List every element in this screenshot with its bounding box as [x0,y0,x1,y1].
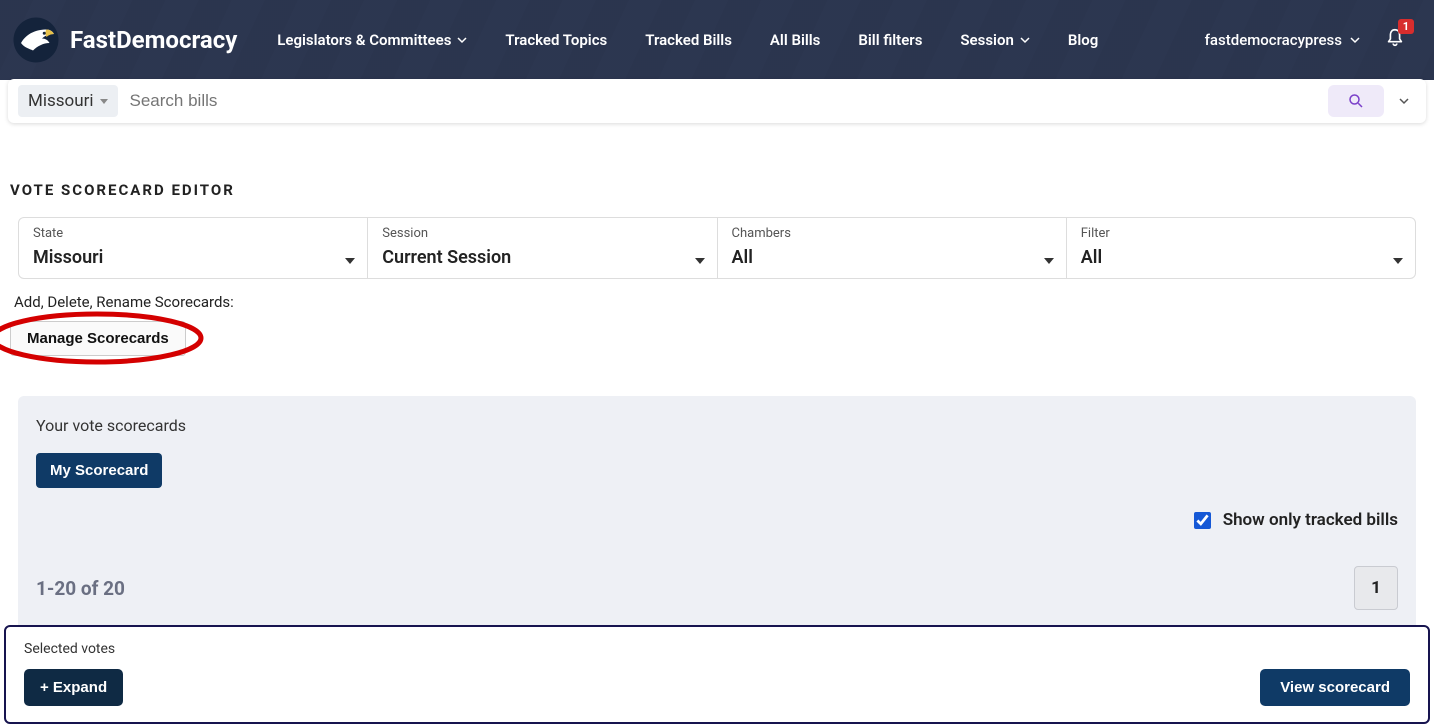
header-right: fastdemocracypress 1 [1205,27,1406,53]
nav-tracked-bills[interactable]: Tracked Bills [645,31,732,49]
caret-down-icon [695,258,705,264]
selected-votes-title: Selected votes [24,641,1410,657]
page-title: VOTE SCORECARD EDITOR [10,181,1424,199]
notifications-button[interactable]: 1 [1384,27,1406,53]
nav-label: Tracked Bills [645,31,732,49]
search-button[interactable] [1328,85,1384,117]
filter-filter[interactable]: Filter All [1067,218,1415,278]
brand[interactable]: FastDemocracy [12,16,237,64]
view-scorecard-button[interactable]: View scorecard [1260,669,1410,706]
nav-label: All Bills [770,31,820,49]
show-only-label: Show only tracked bills [1223,510,1398,530]
chevron-down-icon [1350,35,1360,45]
filter-chambers-label: Chambers [732,226,1052,241]
eagle-logo-icon [12,16,60,64]
caret-down-icon [1044,258,1054,264]
nav-label: Session [960,31,1013,49]
page-number[interactable]: 1 [1354,566,1398,610]
nav-label: Blog [1068,31,1098,49]
user-name: fastdemocracypress [1205,31,1342,49]
nav-legislators[interactable]: Legislators & Committees [277,31,467,49]
search-more[interactable] [1390,96,1418,106]
filter-session-label: Session [382,226,702,241]
filter-session-value: Current Session [382,247,702,268]
chevron-down-icon [457,35,467,45]
chevron-down-icon [1020,35,1030,45]
nav-blog[interactable]: Blog [1068,31,1098,49]
filter-state[interactable]: State Missouri [19,218,368,278]
nav-label: Tracked Topics [505,31,607,49]
filter-chambers[interactable]: Chambers All [718,218,1067,278]
chevron-down-icon [1399,96,1409,106]
filter-chambers-value: All [732,247,1052,268]
filter-row: State Missouri Session Current Session C… [18,217,1416,279]
manage-hint: Add, Delete, Rename Scorecards: [14,293,1424,311]
show-only-row: Show only tracked bills [36,510,1398,530]
nav-all-bills[interactable]: All Bills [770,31,820,49]
selected-votes-bar: Selected votes + Expand View scorecard [4,625,1430,724]
nav-session[interactable]: Session [960,31,1029,49]
caret-down-icon [100,99,108,104]
filter-session[interactable]: Session Current Session [368,218,717,278]
filter-filter-value: All [1081,247,1401,268]
search-bar: Missouri [8,79,1426,123]
filter-state-label: State [33,226,353,241]
search-icon [1347,92,1365,110]
main-nav: Legislators & Committees Tracked Topics … [277,31,1204,49]
nav-tracked-topics[interactable]: Tracked Topics [505,31,607,49]
panel-title: Your vote scorecards [36,416,1398,435]
my-scorecard-button[interactable]: My Scorecard [36,453,162,488]
manage-scorecards-button[interactable]: Manage Scorecards [10,321,186,356]
state-selector[interactable]: Missouri [18,85,118,117]
result-count: 1-20 of 20 [36,577,125,600]
caret-down-icon [345,258,355,264]
nav-bill-filters[interactable]: Bill filters [858,31,922,49]
state-selector-label: Missouri [28,91,94,111]
caret-down-icon [1393,258,1403,264]
notification-count: 1 [1398,19,1414,34]
nav-legislators-label: Legislators & Committees [277,31,451,49]
user-menu[interactable]: fastdemocracypress [1205,31,1360,49]
filter-state-value: Missouri [33,247,353,268]
nav-label: Bill filters [858,31,922,49]
main-header: FastDemocracy Legislators & Committees T… [0,0,1434,80]
expand-button[interactable]: + Expand [24,669,123,706]
brand-text: FastDemocracy [70,26,237,54]
search-input[interactable] [126,83,1329,119]
show-only-checkbox[interactable] [1194,512,1211,529]
filter-filter-label: Filter [1081,226,1401,241]
